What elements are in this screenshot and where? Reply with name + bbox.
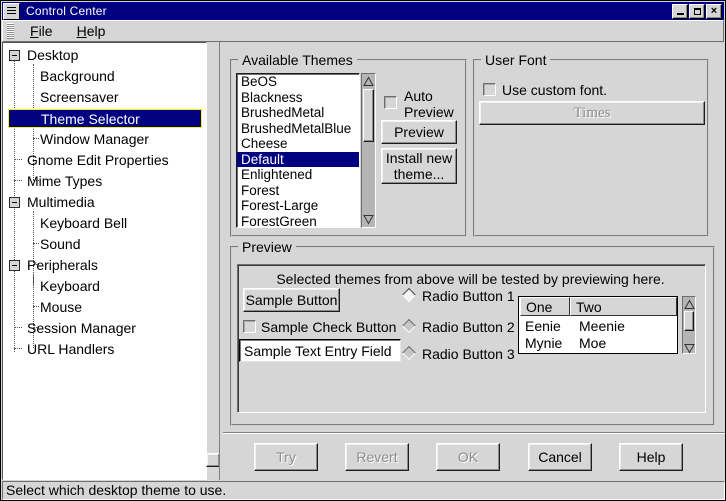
auto-preview-label: Auto Preview <box>404 88 466 120</box>
ok-button[interactable]: OK <box>436 443 500 471</box>
sidebar-item-keyboard[interactable]: Keyboard <box>3 276 206 297</box>
minimize-icon <box>677 13 684 15</box>
theme-list-item-selected[interactable]: Default <box>237 152 359 168</box>
titlebar[interactable]: Control Center × <box>2 2 724 20</box>
theme-list: BeOS Blackness BrushedMetal BrushedMetal… <box>236 73 360 228</box>
theme-list-item[interactable]: ForestGreen <box>237 214 359 229</box>
scrollbar-thumb[interactable] <box>684 311 694 331</box>
sidebar-item-desktop[interactable]: Desktop <box>3 45 206 66</box>
scroll-up-icon[interactable] <box>683 298 696 311</box>
sample-check-button[interactable] <box>243 320 256 333</box>
sidebar-item-window-manager[interactable]: Window Manager <box>3 129 206 150</box>
cancel-button[interactable]: Cancel <box>528 443 592 471</box>
use-custom-font-checkbox[interactable] <box>483 83 496 96</box>
scrollbar-thumb[interactable] <box>363 89 374 142</box>
theme-list-item[interactable]: Blackness <box>237 90 359 106</box>
scroll-down-icon[interactable] <box>362 213 375 226</box>
theme-list-item[interactable]: Forest-Large <box>237 198 359 214</box>
radio-label-3: Radio Button 3 <box>422 346 515 362</box>
table-header-two[interactable]: Two <box>570 297 677 316</box>
sidebar-item-multimedia[interactable]: Multimedia <box>3 192 206 213</box>
close-button[interactable]: × <box>706 4 722 19</box>
collapse-expander-icon[interactable] <box>9 260 20 271</box>
menubar-grip-handle[interactable] <box>7 23 14 39</box>
sidebar-tree: Desktop Background Screensaver Theme Sel… <box>2 42 207 480</box>
available-themes-frame-title: Available Themes <box>238 52 357 68</box>
theme-list-item[interactable]: BeOS <box>237 74 359 90</box>
help-button[interactable]: Help <box>619 443 683 471</box>
window-menu-icon[interactable] <box>3 3 20 20</box>
theme-list-item[interactable]: BrushedMetalBlue <box>237 121 359 137</box>
use-custom-font-label: Use custom font. <box>502 82 607 98</box>
window-title: Control Center <box>26 4 107 18</box>
sample-text-entry[interactable] <box>239 339 401 362</box>
separator <box>223 432 726 434</box>
scroll-up-icon[interactable] <box>362 75 375 88</box>
close-icon: × <box>711 6 717 16</box>
sidebar-item-theme-selector[interactable]: Theme Selector <box>8 109 202 128</box>
menu-lines-icon <box>7 7 16 16</box>
radio-label-1: Radio Button 1 <box>422 288 515 304</box>
install-new-theme-button[interactable]: Install new theme... <box>381 148 457 184</box>
preview-frame-title: Preview <box>238 239 296 255</box>
pane-divider[interactable] <box>207 42 219 480</box>
sidebar-item-screensaver[interactable]: Screensaver <box>3 87 206 108</box>
try-button[interactable]: Try <box>254 443 318 471</box>
sidebar-item-keyboard-bell[interactable]: Keyboard Bell <box>3 213 206 234</box>
sample-table-scrollbar[interactable] <box>682 296 696 354</box>
user-font-frame-title: User Font <box>481 52 550 68</box>
theme-list-item[interactable]: Enlightened <box>237 167 359 183</box>
sidebar-item-mime-types[interactable]: Mime Types <box>3 171 206 192</box>
theme-list-item[interactable]: BrushedMetal <box>237 105 359 121</box>
sidebar-item-sound[interactable]: Sound <box>3 234 206 255</box>
titlebar-buttons: × <box>672 4 722 19</box>
table-cell: Moe <box>579 335 606 351</box>
scroll-down-icon[interactable] <box>683 342 696 355</box>
sidebar-item-url-handlers[interactable]: URL Handlers <box>3 339 206 360</box>
sample-button[interactable]: Sample Button <box>243 288 340 312</box>
menubar: File Help <box>2 20 724 42</box>
menu-help[interactable]: Help <box>69 21 114 41</box>
pane-resize-handle[interactable] <box>206 453 220 467</box>
theme-list-scrollbar[interactable] <box>361 73 376 228</box>
sidebar-item-peripherals[interactable]: Peripherals <box>3 255 206 276</box>
theme-list-item[interactable]: Forest <box>237 183 359 199</box>
sample-check-label: Sample Check Button <box>261 319 396 335</box>
table-cell-clipped: Tiger <box>579 352 610 354</box>
table-cell-clipped: Catcha <box>525 352 569 354</box>
collapse-expander-icon[interactable] <box>9 197 20 208</box>
menu-file[interactable]: File <box>22 21 61 41</box>
table-cell: Eenie <box>525 318 561 334</box>
sidebar-item-background[interactable]: Background <box>3 66 206 87</box>
maximize-icon <box>694 8 701 15</box>
font-picker-button[interactable]: Times <box>479 101 705 125</box>
sidebar-item-gnome-edit-properties[interactable]: Gnome Edit Properties <box>3 150 206 171</box>
theme-list-item[interactable]: Cheese <box>237 136 359 152</box>
sample-table: One Two Eenie Meenie Mynie Moe Catcha Ti… <box>518 296 678 354</box>
auto-preview-checkbox[interactable] <box>384 96 397 109</box>
sidebar-item-session-manager[interactable]: Session Manager <box>3 318 206 339</box>
table-cell: Meenie <box>579 318 625 334</box>
collapse-expander-icon[interactable] <box>9 50 20 61</box>
table-header-one[interactable]: One <box>520 297 570 316</box>
sidebar-item-mouse[interactable]: Mouse <box>3 297 206 318</box>
minimize-button[interactable] <box>672 4 688 19</box>
maximize-button[interactable] <box>689 4 705 19</box>
table-cell: Mynie <box>525 335 562 351</box>
revert-button[interactable]: Revert <box>345 443 409 471</box>
statusbar: Select which desktop theme to use. <box>2 481 725 500</box>
preview-caption: Selected themes from above will be teste… <box>241 271 700 287</box>
control-center-window: Control Center × File Help Deskto <box>0 0 726 501</box>
preview-button[interactable]: Preview <box>381 120 457 144</box>
radio-label-2: Radio Button 2 <box>422 319 515 335</box>
